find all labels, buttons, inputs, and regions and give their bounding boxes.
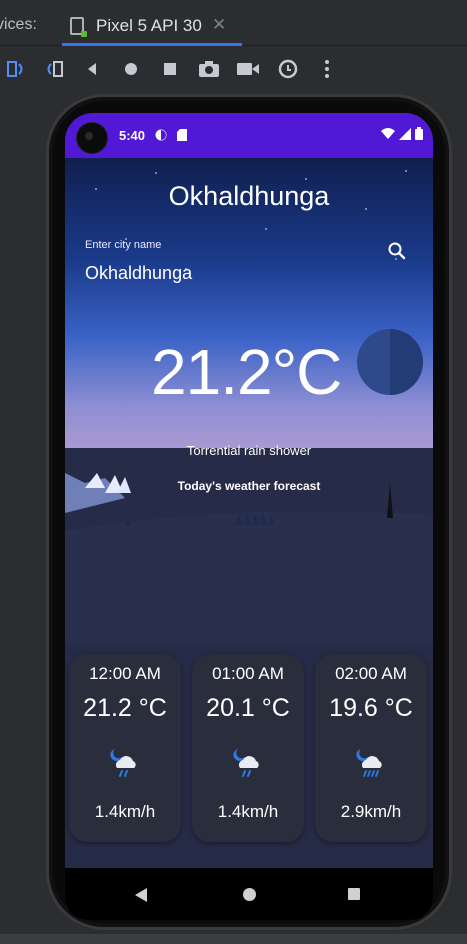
more-icon[interactable] <box>313 55 341 83</box>
ide-bottom-strip <box>0 934 467 944</box>
system-status-icons <box>381 127 423 140</box>
battery-icon <box>415 127 423 140</box>
forecast-heading: Today's weather forecast <box>177 479 321 493</box>
overview-icon[interactable] <box>156 55 184 83</box>
forecast-wind: 2.9km/h <box>340 802 402 821</box>
device-tab-label: Pixel 5 API 30 <box>96 16 202 35</box>
ide-tab-bar: vices: Pixel 5 API 30 ✕ <box>0 0 467 46</box>
moon-graphic <box>357 329 423 395</box>
night-rain-icon <box>231 746 265 780</box>
device-tab[interactable]: Pixel 5 API 30 ✕ <box>62 8 242 46</box>
forecast-time: 12:00 AM <box>89 664 161 683</box>
forecast-wind: 1.4km/h <box>94 802 156 821</box>
status-bar: 5:40 <box>65 113 433 158</box>
city-input-value[interactable]: Okhaldhunga <box>85 263 192 284</box>
nav-home-icon[interactable] <box>243 888 256 901</box>
forecast-card[interactable]: 01:00 AM 20.1 °C 1.4km/h <box>192 654 304 842</box>
current-temperature: 21.2°C <box>151 336 342 408</box>
devices-label: vices: <box>0 16 37 33</box>
night-rain-icon <box>108 746 142 780</box>
navigation-bar <box>65 868 433 920</box>
wifi-icon <box>381 127 395 139</box>
notification-icon <box>155 128 167 146</box>
forecast-temperature: 19.6 °C <box>329 694 413 722</box>
forecast-time: 02:00 AM <box>335 664 407 683</box>
search-icon[interactable] <box>387 241 411 265</box>
device-icon <box>70 17 87 37</box>
record-icon[interactable] <box>234 55 262 83</box>
rotate-left-icon[interactable] <box>2 55 30 83</box>
forecast-time: 01:00 AM <box>212 664 284 683</box>
signal-icon <box>399 127 411 140</box>
sd-card-icon <box>177 128 187 146</box>
city-input-label: Enter city name <box>85 239 162 251</box>
replay-icon[interactable] <box>274 55 302 83</box>
forecast-card[interactable]: 02:00 AM 19.6 °C 2.9km/h <box>315 654 427 842</box>
forecast-temperature: 20.1 °C <box>206 694 290 722</box>
forecast-card[interactable]: 12:00 AM 21.2 °C 1.4km/h <box>69 654 181 842</box>
night-heavy-rain-icon <box>354 746 388 780</box>
rotate-right-icon[interactable] <box>40 55 68 83</box>
city-title: Okhaldhunga <box>168 181 330 211</box>
close-icon[interactable]: ✕ <box>212 15 226 35</box>
back-icon[interactable] <box>78 55 106 83</box>
weather-condition: Torrential rain shower <box>186 443 312 458</box>
emulator-toolbar <box>0 47 467 91</box>
forecast-temperature: 21.2 °C <box>83 694 167 722</box>
nav-back-icon[interactable] <box>135 888 147 902</box>
nav-recents-icon[interactable] <box>348 888 360 900</box>
landscape-illustration <box>65 473 433 643</box>
camera-icon[interactable] <box>195 55 223 83</box>
front-camera <box>77 123 107 153</box>
device-screen: 5:40 Okhaldhunga Enter city name Okhaldh… <box>65 113 433 920</box>
status-time: 5:40 <box>119 128 146 143</box>
forecast-list: 12:00 AM 21.2 °C 1.4km/h 01:00 AM 20.1 °… <box>69 654 429 842</box>
active-tab-indicator <box>62 43 242 46</box>
forecast-wind: 1.4km/h <box>217 802 279 821</box>
home-icon[interactable] <box>117 55 145 83</box>
